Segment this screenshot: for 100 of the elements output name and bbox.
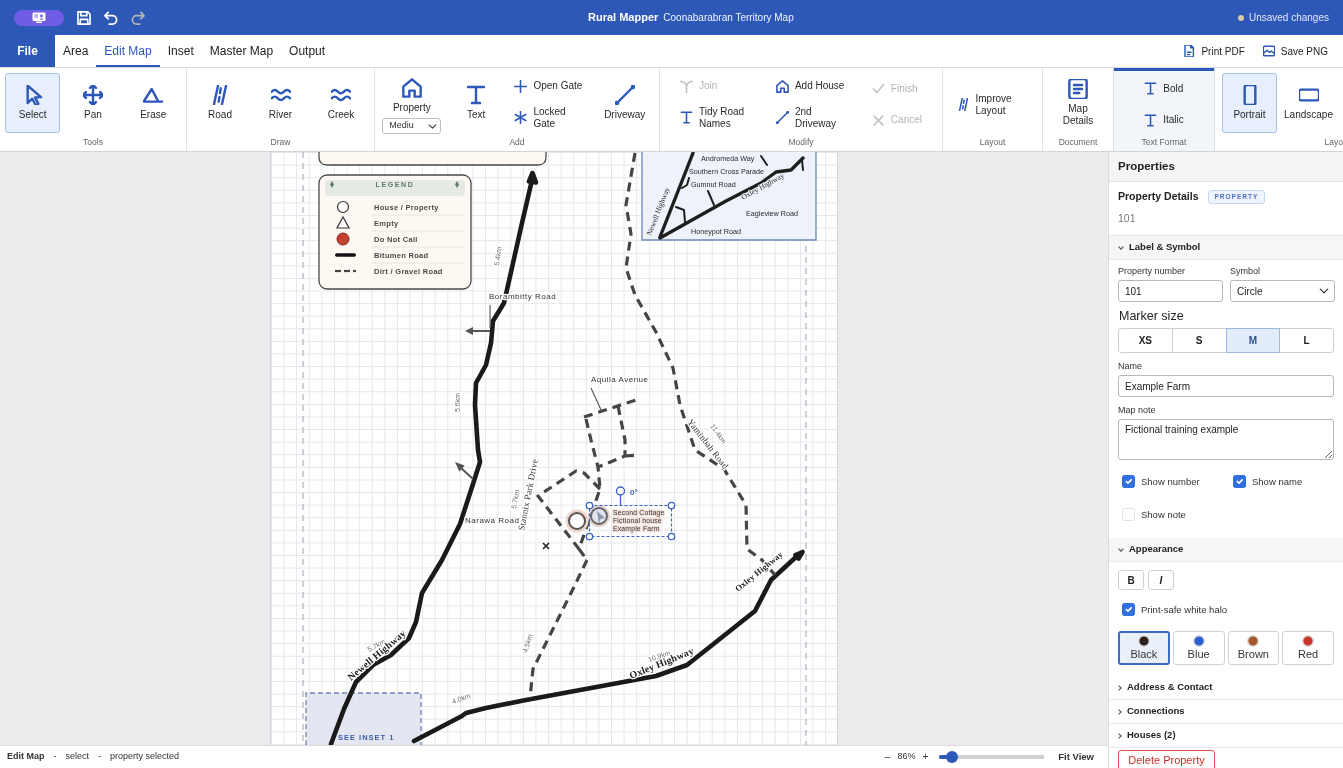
ribbon-button[interactable]: Portrait (1222, 73, 1277, 133)
road-icon (210, 85, 230, 105)
slider-thumb[interactable] (945, 751, 958, 763)
turn-arrow (465, 327, 491, 335)
map-note-field[interactable]: Fictional training example (1118, 419, 1334, 460)
checkbox[interactable] (1233, 475, 1246, 488)
field-label: Symbol (1230, 265, 1261, 277)
ribbon-button[interactable]: Add House (771, 77, 849, 95)
ribbon-button[interactable]: Improve Layout (952, 90, 1033, 119)
house-icon (401, 78, 422, 98)
name-field[interactable]: Example Farm (1118, 375, 1334, 397)
group-label: Text Format (1140, 136, 1188, 149)
group-label: Document (1057, 136, 1099, 149)
text-icon (679, 111, 693, 124)
section-toggle[interactable]: Label & Symbol (1109, 236, 1343, 260)
zoom-out-button[interactable]: – (883, 751, 892, 763)
size-option[interactable]: S (1171, 328, 1227, 353)
size-select[interactable]: Mediu (382, 118, 442, 134)
chevron-down-icon (1118, 245, 1124, 250)
separator-text: - (53, 750, 57, 764)
checkbox[interactable] (1122, 475, 1135, 488)
eraser-icon (143, 85, 164, 105)
color-option[interactable]: Brown (1227, 631, 1280, 665)
resize-handle[interactable] (667, 532, 676, 541)
ribbon-button[interactable]: 2nd Driveway (771, 103, 852, 132)
ribbon-button[interactable]: Road (192, 73, 248, 133)
ribbon-tab[interactable]: Area (55, 35, 97, 67)
color-option[interactable]: Blue (1172, 631, 1225, 665)
status-text: select (65, 750, 89, 764)
ribbon-button[interactable]: Italic (1140, 111, 1188, 129)
status-dot-icon (1237, 14, 1244, 21)
rotation-angle-label: 0° (630, 488, 638, 497)
triangle-icon (336, 215, 350, 229)
ribbon-button[interactable]: Locked Gate (510, 103, 591, 132)
property-marker[interactable] (588, 505, 610, 527)
fit-view-button[interactable]: Fit View (1058, 749, 1094, 765)
zoom-in-button[interactable]: + (921, 751, 930, 763)
save-icon[interactable] (77, 10, 91, 25)
move-arrows-icon (83, 85, 103, 105)
delete-button[interactable]: Delete Property (1118, 750, 1215, 768)
diamond-icon (330, 181, 334, 188)
symbol-select[interactable]: Circle (1230, 280, 1335, 302)
ribbon-button[interactable]: Driveway (597, 73, 653, 133)
ribbon-button[interactable]: Map Details (1050, 73, 1106, 133)
resize-handle[interactable] (667, 501, 676, 510)
property-number-field[interactable]: 101 (1118, 280, 1223, 302)
ribbon-button[interactable]: Text (448, 73, 504, 133)
size-option[interactable]: XS (1118, 328, 1173, 353)
ribbon-button[interactable]: Creek (313, 73, 369, 133)
checkbox[interactable] (1122, 603, 1135, 616)
rotation-handle[interactable] (615, 486, 626, 506)
file-tab[interactable]: File (0, 35, 55, 67)
dashed-line-icon (335, 269, 356, 273)
cross-marker-icon (542, 542, 550, 550)
house-icon (775, 79, 789, 93)
image-icon (1262, 45, 1275, 57)
leader-line (489, 305, 491, 328)
ribbon-tab[interactable]: Master Map (201, 35, 282, 67)
road-label: Narawa Road (465, 516, 520, 525)
size-option[interactable]: L (1279, 328, 1334, 353)
selection-box[interactable] (588, 504, 673, 538)
color-option[interactable]: Red (1282, 631, 1334, 665)
section-toggle[interactable]: Appearance (1109, 538, 1343, 562)
ribbon-button[interactable]: Erase (125, 73, 181, 133)
ribbon-button[interactable]: Property (381, 73, 442, 117)
text-icon (1144, 113, 1158, 127)
ribbon-button[interactable]: Bold (1140, 80, 1188, 98)
color-option[interactable]: Black (1118, 631, 1170, 665)
font-style-toggle[interactable]: I (1148, 570, 1174, 590)
road-label: Aquila Avenue (591, 375, 649, 384)
field-label: Map note (1118, 404, 1157, 416)
ribbon-button[interactable]: Tidy Road Names (675, 103, 756, 132)
font-weight-toggle[interactable]: B (1118, 570, 1144, 590)
size-option[interactable]: M (1225, 328, 1281, 353)
checkbox-label: Print-safe white halo (1141, 603, 1228, 616)
status-text: property selected (110, 750, 180, 764)
ribbon-tab[interactable]: Output (281, 35, 334, 67)
checkbox-label: Show name (1252, 475, 1303, 488)
export-button[interactable]: Print PDF (1176, 41, 1252, 61)
ribbon-button[interactable]: Open Gate (510, 77, 587, 95)
checkbox-label: Show number (1141, 475, 1200, 488)
diagonal-line-icon (614, 85, 635, 105)
ribbon-button[interactable]: Pan (65, 73, 121, 133)
ribbon-tab[interactable]: Inset (159, 35, 202, 67)
ribbon-button[interactable]: River (253, 73, 308, 133)
panel-header: Properties (1109, 152, 1343, 182)
resize-handle[interactable] (585, 532, 594, 541)
field-label: Marker size (1119, 308, 1185, 324)
diamond-icon (455, 181, 459, 188)
ribbon-button[interactable]: Landscape (1281, 73, 1336, 133)
undo-icon[interactable] (104, 10, 118, 25)
open-circle-icon (336, 200, 350, 214)
field-label: Property number (1118, 265, 1187, 277)
app-menu-button[interactable] (14, 9, 64, 26)
resize-handle[interactable] (585, 501, 594, 510)
filled-circle-icon (336, 232, 350, 246)
text-icon (1144, 82, 1158, 96)
ribbon-button[interactable]: Select (5, 73, 61, 133)
chevron-right-icon (1118, 684, 1122, 691)
export-button[interactable]: Save PNG (1255, 41, 1335, 61)
